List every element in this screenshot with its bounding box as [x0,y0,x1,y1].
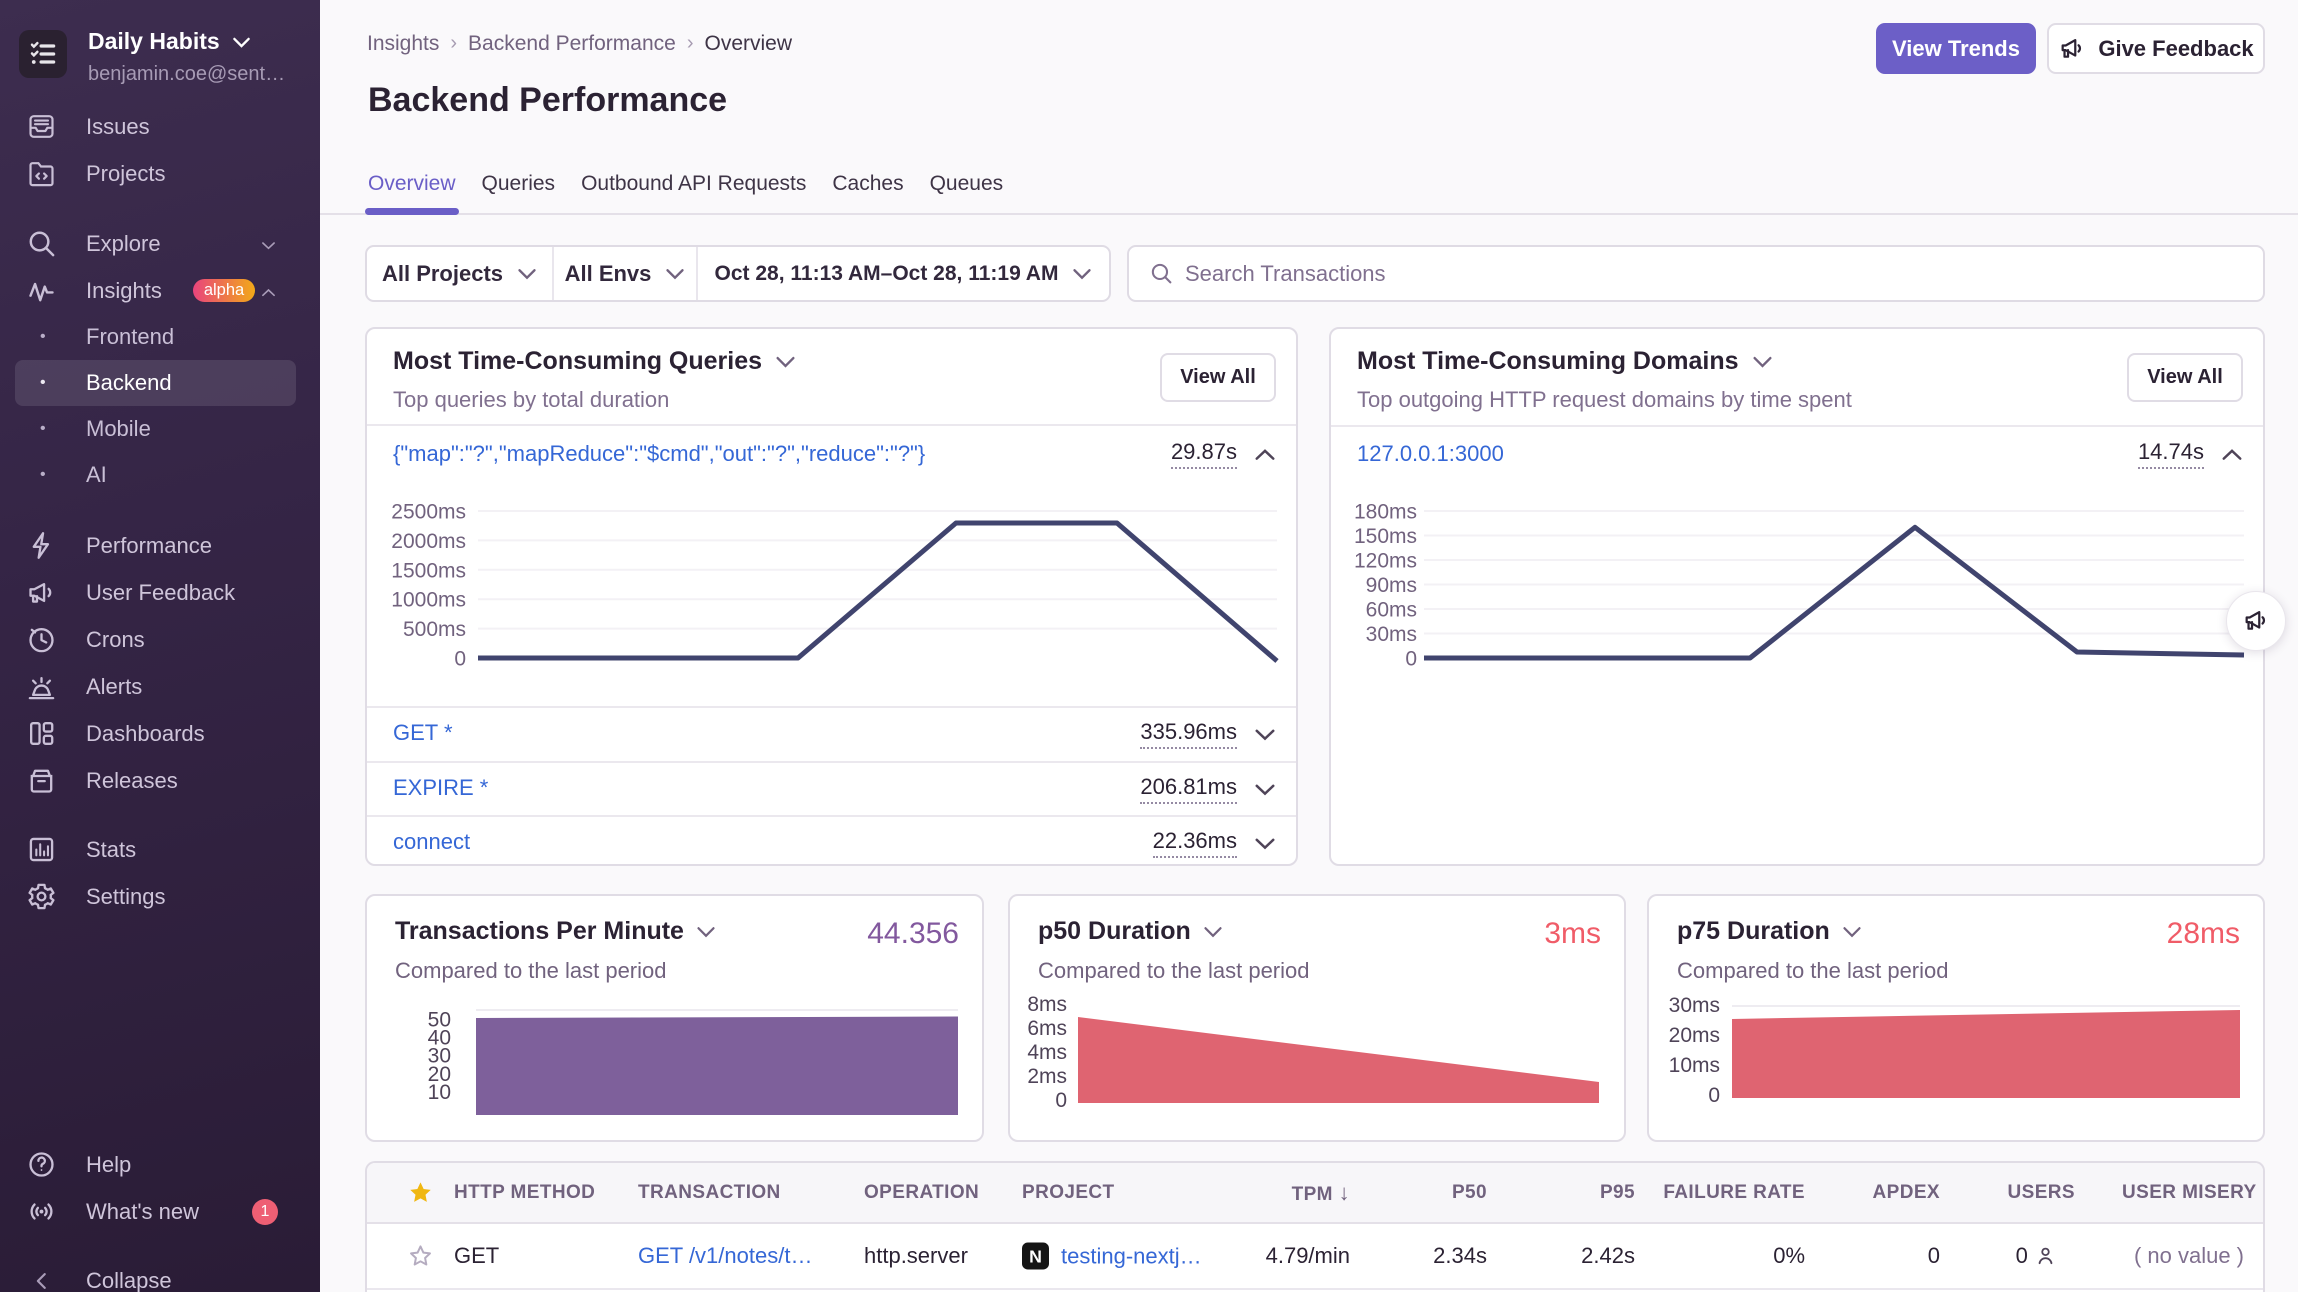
svg-text:2ms: 2ms [1027,1065,1067,1088]
svg-text:10ms: 10ms [1669,1054,1720,1077]
svg-text:0: 0 [1405,648,1417,671]
svg-text:6ms: 6ms [1027,1017,1067,1040]
svg-text:180ms: 180ms [1354,501,1417,524]
svg-text:0: 0 [1708,1084,1720,1107]
svg-text:90ms: 90ms [1366,574,1417,597]
svg-text:0: 0 [1055,1089,1067,1112]
svg-text:60ms: 60ms [1366,599,1417,622]
svg-text:150ms: 150ms [1354,525,1417,548]
svg-text:2500ms: 2500ms [391,501,466,524]
svg-text:500ms: 500ms [403,618,466,641]
svg-text:20ms: 20ms [1669,1024,1720,1047]
svg-text:2000ms: 2000ms [391,530,466,553]
svg-text:120ms: 120ms [1354,550,1417,573]
svg-text:30ms: 30ms [1366,623,1417,646]
svg-text:1000ms: 1000ms [391,589,466,612]
svg-text:4ms: 4ms [1027,1041,1067,1064]
svg-text:10: 10 [428,1081,451,1104]
svg-text:N: N [1029,1246,1042,1266]
svg-text:1500ms: 1500ms [391,559,466,582]
svg-text:0: 0 [454,648,466,671]
svg-text:8ms: 8ms [1027,994,1067,1016]
svg-text:30ms: 30ms [1669,994,1720,1017]
